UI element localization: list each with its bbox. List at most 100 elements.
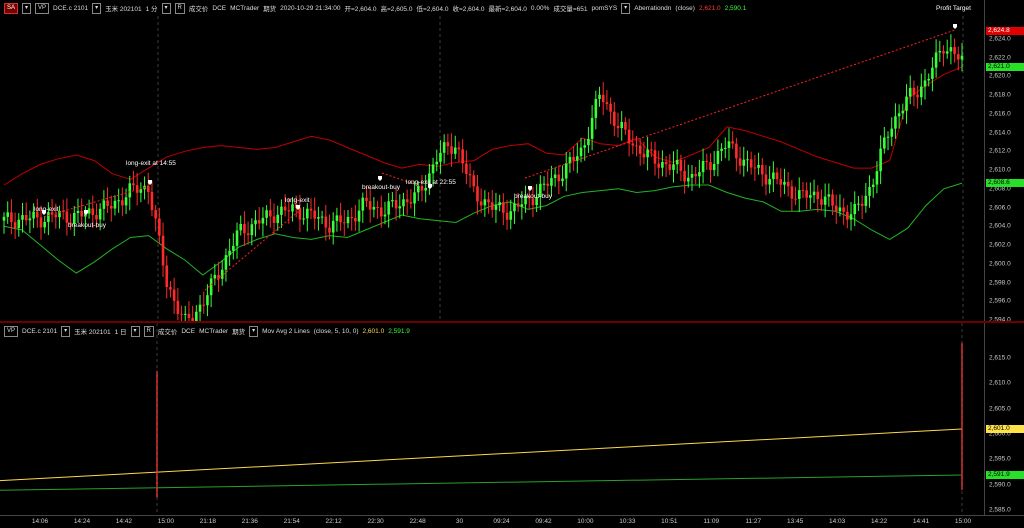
annotation-profit-target: Profit Target bbox=[936, 5, 971, 12]
daily-price-tick-label: 2,590.0 bbox=[989, 481, 1011, 489]
candle-body bbox=[206, 295, 209, 306]
candle-body bbox=[742, 159, 746, 166]
candle-body bbox=[254, 220, 257, 225]
candle-body bbox=[587, 138, 590, 146]
candle-body bbox=[620, 122, 624, 129]
candle-body bbox=[938, 51, 942, 53]
candle-body bbox=[672, 164, 675, 170]
candle-body bbox=[91, 208, 95, 215]
candle-body bbox=[435, 161, 439, 165]
candle-body bbox=[195, 311, 198, 322]
candle-body bbox=[6, 212, 9, 217]
time-tick-label: 15:00 bbox=[954, 518, 972, 525]
candle-body bbox=[509, 211, 513, 220]
candle-body bbox=[291, 204, 294, 212]
candle-body bbox=[132, 183, 135, 186]
candle-body bbox=[187, 313, 191, 318]
candle-body bbox=[235, 230, 239, 246]
time-tick-label: 30 bbox=[455, 518, 464, 525]
price-tick-label: 2,610.0 bbox=[989, 166, 1011, 174]
time-tick-label: 10:33 bbox=[619, 518, 636, 525]
candle-body bbox=[139, 189, 143, 193]
trade-arrow-icon bbox=[378, 176, 382, 181]
candle-body bbox=[450, 146, 453, 154]
candle-body bbox=[287, 210, 291, 212]
ma5-line bbox=[0, 428, 963, 482]
candle-body bbox=[894, 116, 897, 129]
candle-body bbox=[328, 227, 331, 233]
candle-body bbox=[350, 216, 353, 219]
time-tick-label: 22:48 bbox=[409, 518, 426, 525]
candle-body bbox=[764, 174, 768, 185]
candle-body bbox=[564, 163, 568, 179]
candle-body bbox=[39, 217, 43, 228]
candle-body bbox=[838, 207, 842, 212]
candle-body bbox=[269, 210, 272, 217]
candle-body bbox=[246, 233, 250, 236]
candle-body bbox=[886, 136, 890, 138]
candle-body bbox=[949, 47, 953, 52]
daily-chart-pane[interactable]: VP DCE.c 2101 ▾ 玉米 202101 1 日 ▾ R 成交价 DC… bbox=[0, 323, 984, 515]
candle-body bbox=[657, 163, 660, 168]
daily-plot[interactable] bbox=[0, 323, 984, 515]
candle-body bbox=[365, 197, 368, 202]
candle-body bbox=[868, 186, 871, 196]
candle-body bbox=[653, 150, 657, 164]
candle-body bbox=[590, 117, 594, 139]
candle-body bbox=[87, 208, 91, 214]
price-tick-label: 2,606.0 bbox=[989, 204, 1011, 211]
candle-body bbox=[705, 161, 709, 163]
candle-body bbox=[398, 206, 402, 209]
annotation-breakout-buy-2: breakout-buy bbox=[362, 184, 400, 191]
candle-body bbox=[257, 220, 261, 224]
candle-body bbox=[476, 186, 479, 202]
candle-body bbox=[516, 203, 520, 207]
candle-body bbox=[128, 183, 132, 198]
candle-body bbox=[135, 185, 139, 193]
daily-price-tick-label: 2,605.0 bbox=[989, 405, 1011, 413]
candle-body bbox=[827, 194, 831, 197]
annotation-breakout-buy-1: breakout-buy bbox=[68, 222, 106, 229]
candle-body bbox=[472, 175, 476, 187]
candle-body bbox=[498, 202, 501, 206]
candle-body bbox=[306, 208, 309, 219]
candle-body bbox=[816, 191, 820, 200]
candle-body bbox=[601, 94, 605, 103]
candle-body bbox=[465, 163, 468, 174]
candle-body bbox=[372, 206, 376, 210]
candle-body bbox=[317, 217, 320, 219]
lower-band-tag: 2,608.6 bbox=[986, 179, 1024, 188]
time-tick-label: 21:36 bbox=[241, 518, 258, 525]
candle-body bbox=[709, 162, 712, 171]
candle-body bbox=[17, 219, 21, 229]
candle-body bbox=[846, 211, 849, 220]
candle-body bbox=[117, 200, 120, 202]
candle-body bbox=[712, 163, 716, 171]
candle-body bbox=[150, 191, 154, 211]
candle-body bbox=[942, 51, 945, 54]
candle-body bbox=[857, 203, 860, 205]
candle-body bbox=[871, 184, 875, 187]
candle-body bbox=[853, 203, 857, 215]
time-tick-label: 14:06 bbox=[31, 518, 49, 525]
time-tick-label: 22:30 bbox=[367, 518, 384, 525]
candle-body bbox=[124, 197, 128, 206]
candle-body bbox=[368, 201, 372, 210]
daily-price-axis[interactable]: 2,615.0 2,610.0 2,605.0 2,600.0 2,595.0 2,590… bbox=[984, 323, 1024, 515]
candle-body bbox=[901, 110, 905, 114]
candle-body bbox=[47, 212, 50, 222]
candle-body bbox=[387, 201, 390, 215]
candle-body bbox=[313, 210, 317, 219]
time-axis[interactable]: 14:06 14:24 14:42 15:00 21:18 21:36 21:54 22:12… bbox=[0, 515, 1024, 528]
annotation-long-exit-at-2: long-exit at 22:55 bbox=[406, 179, 456, 186]
candle-body bbox=[394, 200, 398, 209]
candle-body bbox=[165, 265, 169, 288]
candle-body bbox=[783, 181, 786, 185]
price-axis[interactable]: 2,624.0 2,622.0 2,620.0 2,618.0 2,616.0 2,614… bbox=[984, 0, 1024, 324]
time-tick-label: 14:42 bbox=[115, 518, 133, 525]
candle-body bbox=[686, 177, 690, 182]
candle-body bbox=[439, 152, 442, 162]
candle-body bbox=[261, 217, 265, 224]
candle-body bbox=[624, 122, 627, 130]
upper-band-line bbox=[3, 66, 963, 186]
